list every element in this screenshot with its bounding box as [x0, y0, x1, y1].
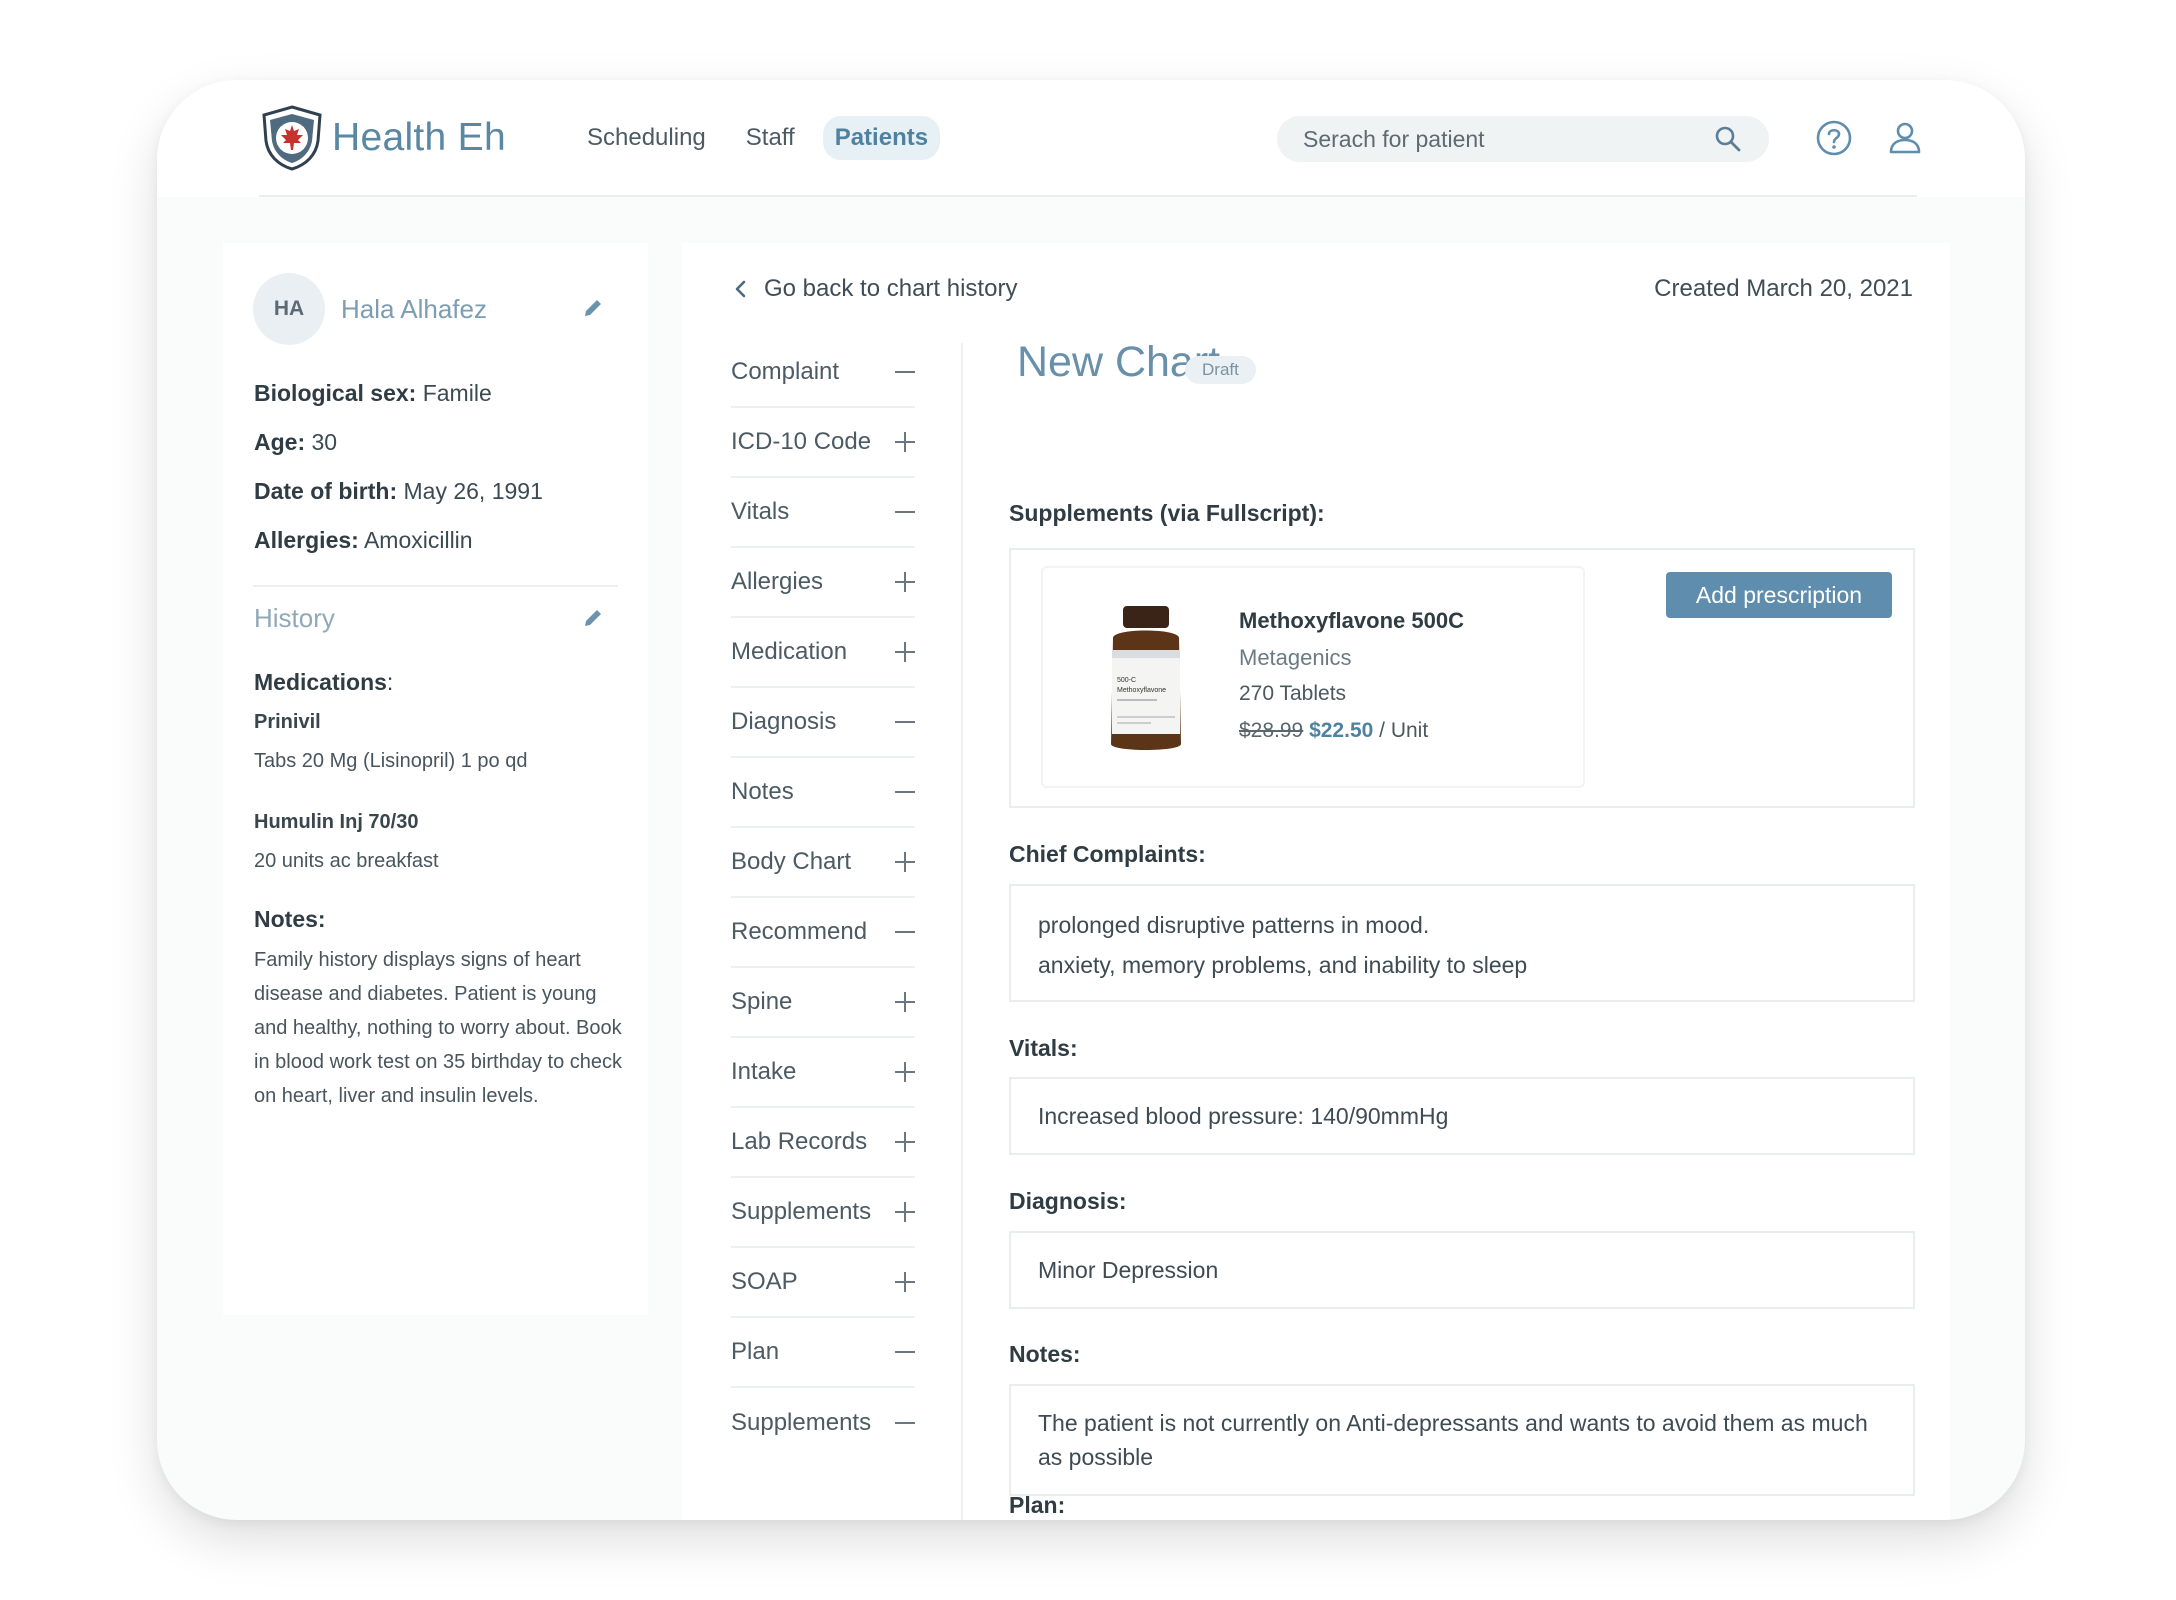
nav-item-scheduling[interactable]: Scheduling — [587, 116, 706, 160]
created-date: Created March 20, 2021 — [1654, 275, 1913, 302]
supplements-box: 500-C Methoxyflavone Methoxyflavone 500C… — [1009, 548, 1915, 808]
nav-item-patients[interactable]: Patients — [822, 116, 941, 160]
section-item-lab-records[interactable]: Lab Records — [731, 1108, 915, 1178]
allergies: Allergies: Amoxicillin — [254, 527, 473, 553]
plan-label: Plan: — [1009, 1492, 1066, 1518]
plus-icon[interactable] — [895, 432, 915, 452]
chevron-left-icon — [735, 280, 746, 298]
diagnosis-label: Diagnosis: — [1009, 1188, 1127, 1214]
section-item-vitals[interactable]: Vitals — [731, 478, 915, 548]
chief-complaints-label: Chief Complaints: — [1009, 841, 1206, 867]
plus-icon[interactable] — [895, 1132, 915, 1152]
medication-dosage: 20 units ac breakfast — [254, 850, 439, 872]
patient-card: HA Hala Alhafez Biological sex: Famile A… — [223, 243, 648, 1315]
supplement-count: 270 Tablets — [1239, 682, 1347, 705]
notes-label: Notes: — [1009, 1341, 1081, 1367]
plus-icon[interactable] — [895, 992, 915, 1012]
vitals-label: Vitals: — [1009, 1035, 1078, 1061]
chart-section-nav: Complaint ICD-10 Code Vitals Allergies M… — [731, 338, 915, 1458]
plus-icon[interactable] — [895, 1062, 915, 1082]
minus-icon[interactable] — [895, 782, 915, 802]
search-input[interactable] — [1303, 125, 1713, 153]
app-name: Health Eh — [332, 116, 506, 159]
card-divider — [253, 585, 618, 587]
notes-value: The patient is not currently on Anti-dep… — [1038, 1410, 1868, 1470]
history-notes-heading: Notes: — [254, 906, 326, 932]
status-badge: Draft — [1185, 356, 1256, 384]
section-item-icd-10-code[interactable]: ICD-10 Code — [731, 408, 915, 478]
section-item-recommend[interactable]: Recommend — [731, 898, 915, 968]
nav-item-staff[interactable]: Staff — [746, 116, 795, 160]
supplement-bottle-image: 500-C Methoxyflavone — [1111, 606, 1181, 750]
diagnosis-value: Minor Depression — [1038, 1257, 1219, 1283]
edit-patient-pencil-icon[interactable] — [582, 297, 604, 319]
main-nav: Scheduling Staff Patients — [587, 116, 980, 160]
medications-heading: Medications: — [254, 669, 394, 695]
age: Age: 30 — [254, 429, 338, 455]
section-item-medication[interactable]: Medication — [731, 618, 915, 688]
header-divider — [259, 195, 1917, 197]
app-frame: Health Eh Scheduling Staff Patients HA — [157, 80, 2025, 1520]
minus-icon[interactable] — [895, 1413, 915, 1433]
section-item-notes[interactable]: Notes — [731, 758, 915, 828]
section-item-plan[interactable]: Plan — [731, 1318, 915, 1388]
nav-divider — [961, 343, 963, 1520]
plus-icon[interactable] — [895, 572, 915, 592]
complaint-line: prolonged disruptive patterns in mood. — [1038, 912, 1430, 938]
logo[interactable]: Health Eh — [260, 105, 506, 171]
section-item-supplements-2[interactable]: Supplements — [731, 1388, 915, 1458]
complaint-line: anxiety, memory problems, and inability … — [1038, 952, 1528, 978]
add-prescription-button[interactable]: Add prescription — [1666, 572, 1892, 618]
patient-name: Hala Alhafez — [341, 294, 487, 324]
section-item-body-chart[interactable]: Body Chart — [731, 828, 915, 898]
medication-dosage: Tabs 20 Mg (Lisinopril) 1 po qd — [254, 750, 528, 772]
patient-search — [1277, 116, 1769, 162]
section-item-diagnosis[interactable]: Diagnosis — [731, 688, 915, 758]
plus-icon[interactable] — [895, 1272, 915, 1292]
plus-icon[interactable] — [895, 1202, 915, 1222]
diagnosis-box[interactable]: Minor Depression — [1009, 1231, 1915, 1309]
minus-icon[interactable] — [895, 502, 915, 522]
svg-text:500-C: 500-C — [1117, 677, 1136, 684]
medication-name: Prinivil — [254, 711, 321, 733]
plus-icon[interactable] — [895, 642, 915, 662]
supplement-price: $28.99 $22.50 / Unit — [1239, 719, 1429, 742]
chief-complaints-box[interactable]: prolonged disruptive patterns in mood. a… — [1009, 884, 1915, 1002]
minus-icon[interactable] — [895, 922, 915, 942]
supplements-label: Supplements (via Fullscript): — [1009, 500, 1325, 526]
edit-history-pencil-icon[interactable] — [582, 607, 604, 629]
supplement-card[interactable]: 500-C Methoxyflavone Methoxyflavone 500C… — [1041, 566, 1585, 788]
back-link-label: Go back to chart history — [764, 275, 1018, 302]
vitals-value: Increased blood pressure: 140/90mmHg — [1038, 1103, 1449, 1129]
svg-text:Methoxyflavone: Methoxyflavone — [1117, 687, 1166, 694]
top-header: Health Eh Scheduling Staff Patients — [157, 80, 2025, 197]
section-item-allergies[interactable]: Allergies — [731, 548, 915, 618]
minus-icon[interactable] — [895, 712, 915, 732]
avatar: HA — [253, 273, 325, 345]
minus-icon[interactable] — [895, 362, 915, 382]
plus-icon[interactable] — [895, 852, 915, 872]
shield-logo-icon — [262, 105, 322, 171]
user-icon[interactable] — [1885, 118, 1925, 158]
supplement-name: Methoxyflavone 500C — [1239, 608, 1464, 633]
vitals-box[interactable]: Increased blood pressure: 140/90mmHg — [1009, 1077, 1915, 1155]
history-notes: Family history displays signs of heart d… — [254, 949, 622, 1107]
date-of-birth: Date of birth: May 26, 1991 — [254, 478, 543, 504]
section-item-complaint[interactable]: Complaint — [731, 338, 915, 408]
notes-box[interactable]: The patient is not currently on Anti-dep… — [1009, 1384, 1915, 1496]
section-item-supplements[interactable]: Supplements — [731, 1178, 915, 1248]
section-item-spine[interactable]: Spine — [731, 968, 915, 1038]
minus-icon[interactable] — [895, 1342, 915, 1362]
search-icon[interactable] — [1713, 124, 1743, 154]
section-item-intake[interactable]: Intake — [731, 1038, 915, 1108]
biological-sex: Biological sex: Famile — [254, 380, 492, 406]
medication-name: Humulin Inj 70/30 — [254, 811, 419, 833]
help-circle-icon[interactable] — [1814, 118, 1854, 158]
history-title: History — [254, 603, 335, 633]
chart-panel: Go back to chart history Created March 2… — [682, 243, 1950, 1520]
back-to-chart-history-link[interactable]: Go back to chart history — [732, 275, 1017, 303]
supplement-brand: Metagenics — [1239, 645, 1352, 670]
section-item-soap[interactable]: SOAP — [731, 1248, 915, 1318]
